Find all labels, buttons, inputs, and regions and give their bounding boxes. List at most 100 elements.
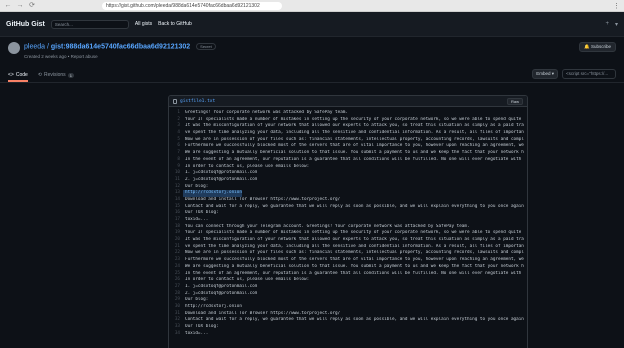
line-number[interactable]: 5 bbox=[169, 137, 183, 144]
tab-code[interactable]: <> Code bbox=[8, 72, 28, 82]
gist-id-link[interactable]: gist:988da614e5740fac66dbaa6d92121302 bbox=[51, 43, 190, 50]
line-number[interactable]: 26 bbox=[169, 277, 183, 284]
line-text: 1. j=cdsxtoqf@protonmail.com bbox=[185, 170, 258, 176]
embed-select[interactable]: Embed ▾ bbox=[532, 69, 558, 79]
line-number[interactable]: 33 bbox=[169, 324, 183, 331]
browser-menu-icon[interactable]: ⋮ bbox=[613, 2, 620, 10]
line-number[interactable]: 16 bbox=[169, 210, 183, 217]
line-text: It was the misconfiguration of your netw… bbox=[185, 237, 524, 243]
line-number[interactable]: 27 bbox=[169, 284, 183, 291]
code-line: 31 Download and install Tor Browser https… bbox=[169, 311, 527, 318]
line-number[interactable]: 34 bbox=[169, 331, 183, 338]
gist-title: pleeda / gist:988da614e5740fac66dbaa6d92… bbox=[24, 43, 216, 50]
line-text: 1. j=cdsxtoqf@protonmail.com bbox=[185, 283, 258, 289]
avatar[interactable] bbox=[8, 42, 20, 54]
file-icon bbox=[173, 98, 177, 104]
code-line: 1 Greetings! Your corporate network was a… bbox=[169, 110, 527, 117]
code-line: 11 2. j=cdsxtoqf@protonmail.com bbox=[169, 177, 527, 184]
line-number[interactable]: 10 bbox=[169, 170, 183, 177]
code-line: 10 1. j=cdsxtoqf@protonmail.com bbox=[169, 170, 527, 177]
search-placeholder: Search... bbox=[54, 21, 73, 27]
subscribe-label: Subscribe bbox=[590, 44, 611, 49]
line-text: http://rcdsxtorj.onion bbox=[185, 303, 242, 309]
line-number[interactable]: 11 bbox=[169, 177, 183, 184]
github-gist-logo[interactable]: GitHub Gist bbox=[6, 21, 45, 28]
back-arrow-icon[interactable]: ← bbox=[4, 0, 12, 12]
file-name[interactable]: gistfile1.txt bbox=[180, 99, 215, 104]
plus-icon[interactable]: + bbox=[605, 21, 609, 28]
line-text: Our blog: bbox=[185, 297, 209, 303]
secret-badge: Secret bbox=[196, 43, 216, 50]
line-text: ve spent the time analyzing your data, i… bbox=[185, 130, 524, 136]
code-line: 25 In the event of an agreement, our repu… bbox=[169, 271, 527, 278]
line-text: Furthermore we successfully blocked most… bbox=[185, 143, 524, 149]
code-line: 9 In order to contact us, please use emai… bbox=[169, 164, 527, 171]
tab-revisions[interactable]: ⟲ Revisions 1 bbox=[38, 72, 74, 82]
line-number[interactable]: 7 bbox=[169, 150, 183, 157]
nav-back-to-github[interactable]: Back to GitHub bbox=[158, 21, 192, 27]
line-number[interactable]: 1 bbox=[169, 110, 183, 117]
file-header: gistfile1.txt Raw bbox=[169, 96, 527, 107]
code-icon: <> bbox=[8, 72, 14, 78]
gist-tabs: <> Code ⟲ Revisions 1 Embed ▾ <script sr… bbox=[0, 66, 624, 83]
owner-link[interactable]: pleeda bbox=[24, 43, 45, 50]
line-text: Your IT specialists made a number of mis… bbox=[185, 116, 522, 122]
code-line: 13 http://rcdsxtorj.onion bbox=[169, 190, 527, 197]
nav-all-gists[interactable]: All gists bbox=[135, 21, 152, 27]
line-number[interactable]: 29 bbox=[169, 297, 183, 304]
code-line: 2 Your IT specialists made a number of mi… bbox=[169, 117, 527, 124]
code-line: 18 You can connect through your Telegram … bbox=[169, 224, 527, 231]
code-line: 15 Contact and wait for a reply, we guara… bbox=[169, 204, 527, 211]
code-line: 8 In the event of an agreement, our reput… bbox=[169, 157, 527, 164]
line-text: In the event of an agreement, our reputa… bbox=[185, 156, 522, 162]
address-bar[interactable]: https://gist.github.com/pleeda/988da614e… bbox=[102, 1, 282, 10]
code-line: 20 It was the misconfiguration of your ne… bbox=[169, 237, 527, 244]
line-text: We are suggesting a mutually beneficial … bbox=[185, 263, 524, 269]
line-text: Your IT specialists made a number of mis… bbox=[185, 230, 522, 236]
line-number[interactable]: 4 bbox=[169, 130, 183, 137]
code-line: 29 Our blog: bbox=[169, 297, 527, 304]
code-line: 7 We are suggesting a mutually beneficial… bbox=[169, 150, 527, 157]
forward-arrow-icon[interactable]: → bbox=[16, 0, 24, 12]
line-text: You can connect through your Telegram ac… bbox=[185, 223, 470, 229]
line-text: Our blog: bbox=[185, 183, 209, 189]
line-number[interactable]: 32 bbox=[169, 317, 183, 324]
revisions-count: 1 bbox=[67, 72, 74, 78]
search-input[interactable]: Search... bbox=[50, 19, 129, 29]
line-number[interactable]: 24 bbox=[169, 264, 183, 271]
line-text: Download and install Tor Browser https:/… bbox=[185, 196, 341, 202]
line-number[interactable]: 14 bbox=[169, 197, 183, 204]
code-line: 17 toxid=... bbox=[169, 217, 527, 224]
line-text: We are suggesting a mutually beneficial … bbox=[185, 150, 524, 156]
line-number[interactable]: 8 bbox=[169, 157, 183, 164]
line-text: Our TOX blog: bbox=[185, 324, 219, 329]
line-number[interactable]: 2 bbox=[169, 117, 183, 124]
line-text: Now we are in possession of your files s… bbox=[185, 250, 524, 256]
bell-icon: 🔔 bbox=[584, 44, 591, 49]
line-number[interactable]: 6 bbox=[169, 143, 183, 150]
code-line: 30 http://rcdsxtorj.onion bbox=[169, 304, 527, 311]
site-header: GitHub Gist Search... All gists Back to … bbox=[0, 12, 624, 37]
line-number[interactable]: 23 bbox=[169, 257, 183, 264]
line-text: In order to contact us, please use email… bbox=[185, 163, 310, 169]
reload-icon[interactable]: ⟳ bbox=[28, 0, 36, 12]
code-line: 4 ve spent the time analyzing your data, … bbox=[169, 130, 527, 137]
code-line: 22 Now we are in possession of your files… bbox=[169, 250, 527, 257]
raw-button[interactable]: Raw bbox=[506, 97, 523, 105]
line-text: Contact and wait for a reply, we guarant… bbox=[185, 317, 524, 323]
browser-toolbar: ← → ⟳ https://gist.github.com/pleeda/988… bbox=[0, 0, 624, 12]
line-number[interactable]: 30 bbox=[169, 304, 183, 311]
code-line: 28 2. j=cdsxtoqf@protonmail.com bbox=[169, 291, 527, 298]
line-number[interactable]: 17 bbox=[169, 217, 183, 224]
code-line: 32 Contact and wait for a reply, we guara… bbox=[169, 317, 527, 324]
avatar-caret-icon[interactable]: ▾ bbox=[615, 21, 618, 28]
line-text: Contact and wait for a reply, we guarant… bbox=[185, 203, 524, 209]
line-number[interactable]: 20 bbox=[169, 237, 183, 244]
line-text: ve spent the time analyzing your data, i… bbox=[185, 243, 524, 249]
line-number[interactable]: 13 bbox=[169, 190, 183, 197]
subscribe-button[interactable]: 🔔 Subscribe bbox=[579, 42, 616, 52]
line-number[interactable]: 3 bbox=[169, 123, 183, 130]
line-text: toxid=... bbox=[185, 217, 209, 222]
embed-code-field[interactable]: <script src="https://... bbox=[562, 69, 616, 79]
gist-header: pleeda / gist:988da614e5740fac66dbaa6d92… bbox=[8, 41, 616, 65]
